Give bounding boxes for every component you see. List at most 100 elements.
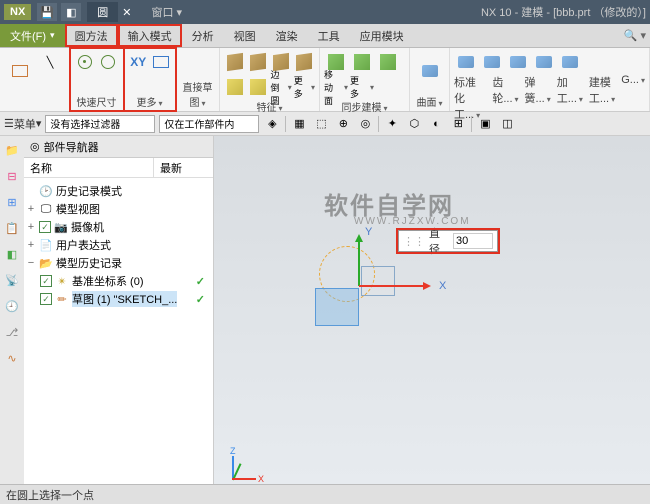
scope-filter[interactable]: 仅在工作部件内 <box>159 115 259 133</box>
gear-label[interactable]: 齿轮... <box>492 74 518 122</box>
close-tab-icon[interactable]: ✕ <box>122 6 131 19</box>
delete-face-icon[interactable] <box>350 50 374 74</box>
filter-ico-8[interactable]: ◐ <box>427 115 445 133</box>
xy-plane-rect <box>361 266 395 296</box>
constraint-nav-icon[interactable]: ⊞ <box>2 192 22 212</box>
node-sketch[interactable]: ✓✏草图 (1) "SKETCH_... ✓ <box>26 290 211 308</box>
roles-icon[interactable]: ∿ <box>2 348 22 368</box>
titlebar: NX 💾 ◧ 圆 ✕ 窗口 ▾ NX 10 - 建模 - [bbb.prt （修… <box>0 0 650 24</box>
g-label[interactable]: G... <box>621 74 645 122</box>
save-icon[interactable]: 💾 <box>37 3 57 21</box>
filter-ico-4[interactable]: ⊕ <box>334 115 352 133</box>
machining-icon[interactable] <box>532 50 556 74</box>
edge-chamfer[interactable]: 边倒圆 <box>271 75 292 99</box>
nav-pin-icon[interactable]: ◎ <box>30 140 40 153</box>
revolve-icon[interactable] <box>247 50 268 74</box>
feature-label[interactable]: 特征 <box>224 99 315 114</box>
circle-3pt-icon[interactable] <box>98 50 120 74</box>
node-datum-csys[interactable]: ✓✴基准坐标系 (0) ✓ <box>26 272 211 290</box>
window-menu[interactable]: 窗口 ▾ <box>152 4 183 20</box>
y-axis <box>358 236 360 286</box>
hd3d-icon[interactable]: ◧ <box>2 244 22 264</box>
dimension-input-box: ⋮⋮ 直径 <box>398 230 498 252</box>
nav-title: 部件导航器 <box>44 139 99 155</box>
node-model-history[interactable]: −📂模型历史记录 <box>26 254 211 272</box>
nav-tree: 🕑历史记录模式 +🖵模型视图 +✓📷摄像机 +📄用户表达式 −📂模型历史记录 ✓… <box>24 178 213 504</box>
param-input-icon[interactable] <box>151 50 172 74</box>
tab-render[interactable]: 渲染 <box>266 24 308 47</box>
extrude-icon[interactable] <box>224 50 245 74</box>
node-history-mode[interactable]: 🕑历史记录模式 <box>26 182 211 200</box>
graphics-canvas[interactable]: 软件自学网 WWW.RJZXW.COM ⋮⋮ 直径 Y X Z X <box>214 136 650 504</box>
triad-x <box>232 478 256 480</box>
menu-button[interactable]: ☰ 菜单 ▾ <box>4 116 41 132</box>
ribbon: ╲ 快速尺寸 XY 更多 直接草图 边倒圆 <box>0 48 650 112</box>
node-model-view[interactable]: +🖵模型视图 <box>26 200 211 218</box>
nx-logo: NX <box>4 4 31 20</box>
xy-input-icon[interactable]: XY <box>128 50 149 74</box>
std-tool-icon[interactable] <box>454 50 478 74</box>
more-1[interactable]: 更多 <box>128 94 171 109</box>
col-name[interactable]: 名称 <box>24 158 154 177</box>
browser-icon[interactable]: 📡 <box>2 270 22 290</box>
spring-tool-icon[interactable] <box>506 50 530 74</box>
handle-icon[interactable]: ⋮⋮ <box>403 235 425 248</box>
surface-icon[interactable] <box>414 50 445 92</box>
line-icon[interactable]: ╲ <box>38 50 62 74</box>
reuse-icon[interactable]: 📋 <box>2 218 22 238</box>
tab-tools[interactable]: 工具 <box>308 24 350 47</box>
tab-view[interactable]: 视图 <box>224 24 266 47</box>
sketch-icon[interactable] <box>4 50 36 92</box>
model-tools-label[interactable]: 建模工... <box>589 74 615 122</box>
col-latest[interactable]: 最新 <box>154 158 213 177</box>
filter-ico-3[interactable]: ⬚ <box>312 115 330 133</box>
more-3[interactable]: 更多 <box>350 75 374 99</box>
circle-center-icon[interactable] <box>74 50 96 74</box>
surface-label[interactable]: 曲面 <box>414 94 445 109</box>
toggle-icon[interactable]: ◧ <box>61 3 81 21</box>
gear-tool-icon[interactable] <box>480 50 504 74</box>
filter-ico-5[interactable]: ◎ <box>356 115 374 133</box>
quick-dim-label: 快速尺寸 <box>74 94 119 109</box>
node-user-expr[interactable]: +📄用户表达式 <box>26 236 211 254</box>
status-text: 在圆上选择一个点 <box>6 487 94 503</box>
process-icon[interactable]: ⎇ <box>2 322 22 342</box>
filter-ico-2[interactable]: ▦ <box>290 115 308 133</box>
filter-ico-6[interactable]: ✦ <box>383 115 401 133</box>
status-bar: 在圆上选择一个点 <box>0 484 650 504</box>
pattern-icon[interactable] <box>294 50 315 74</box>
sketch-region <box>315 288 359 326</box>
machining-label[interactable]: 加工... <box>557 74 583 122</box>
part-nav-icon[interactable]: 📁 <box>2 140 22 160</box>
model-tool-icon[interactable] <box>558 50 582 74</box>
app-title: NX 10 - 建模 - [bbb.prt （修改的）] <box>481 4 646 20</box>
part-navigator: ◎ 部件导航器 名称 最新 🕑历史记录模式 +🖵模型视图 +✓📷摄像机 +📄用户… <box>24 136 214 504</box>
y-axis-label: Y <box>365 226 372 238</box>
tab-circle-method[interactable]: 圆方法 <box>65 24 118 47</box>
filter-ico-1[interactable]: ◈ <box>263 115 281 133</box>
assembly-nav-icon[interactable]: ⊟ <box>2 166 22 186</box>
tab-app-module[interactable]: 应用模块 <box>350 24 414 47</box>
unite-icon[interactable] <box>224 75 245 99</box>
selection-filter[interactable]: 没有选择过滤器 <box>45 115 155 133</box>
circle-tool-tab[interactable]: 圆 <box>87 2 118 22</box>
node-camera[interactable]: +✓📷摄像机 <box>26 218 211 236</box>
replace-face-icon[interactable] <box>376 50 400 74</box>
history-icon[interactable]: 🕘 <box>2 296 22 316</box>
diameter-input[interactable] <box>453 233 493 249</box>
x-axis <box>359 285 429 287</box>
filter-ico-7[interactable]: ⬡ <box>405 115 423 133</box>
move-face-dd[interactable]: 移动面 <box>324 75 348 99</box>
sync-label[interactable]: 同步建模 <box>324 99 405 114</box>
direct-sketch-label[interactable]: 直接草图 <box>180 79 215 109</box>
tab-analysis[interactable]: 分析 <box>182 24 224 47</box>
file-menu[interactable]: 文件(F) <box>0 24 65 47</box>
nav-columns: 名称 最新 <box>24 158 213 178</box>
spring-label[interactable]: 弹簧... <box>525 74 551 122</box>
tab-input-mode[interactable]: 输入模式 <box>118 24 182 47</box>
shell-icon[interactable] <box>247 75 268 99</box>
std-tools-label[interactable]: 标准化工... <box>454 74 486 122</box>
more-2[interactable]: 更多 <box>294 75 315 99</box>
triad-x-label: X <box>258 474 264 484</box>
command-finder[interactable]: 🔍 ▾ <box>620 24 650 47</box>
